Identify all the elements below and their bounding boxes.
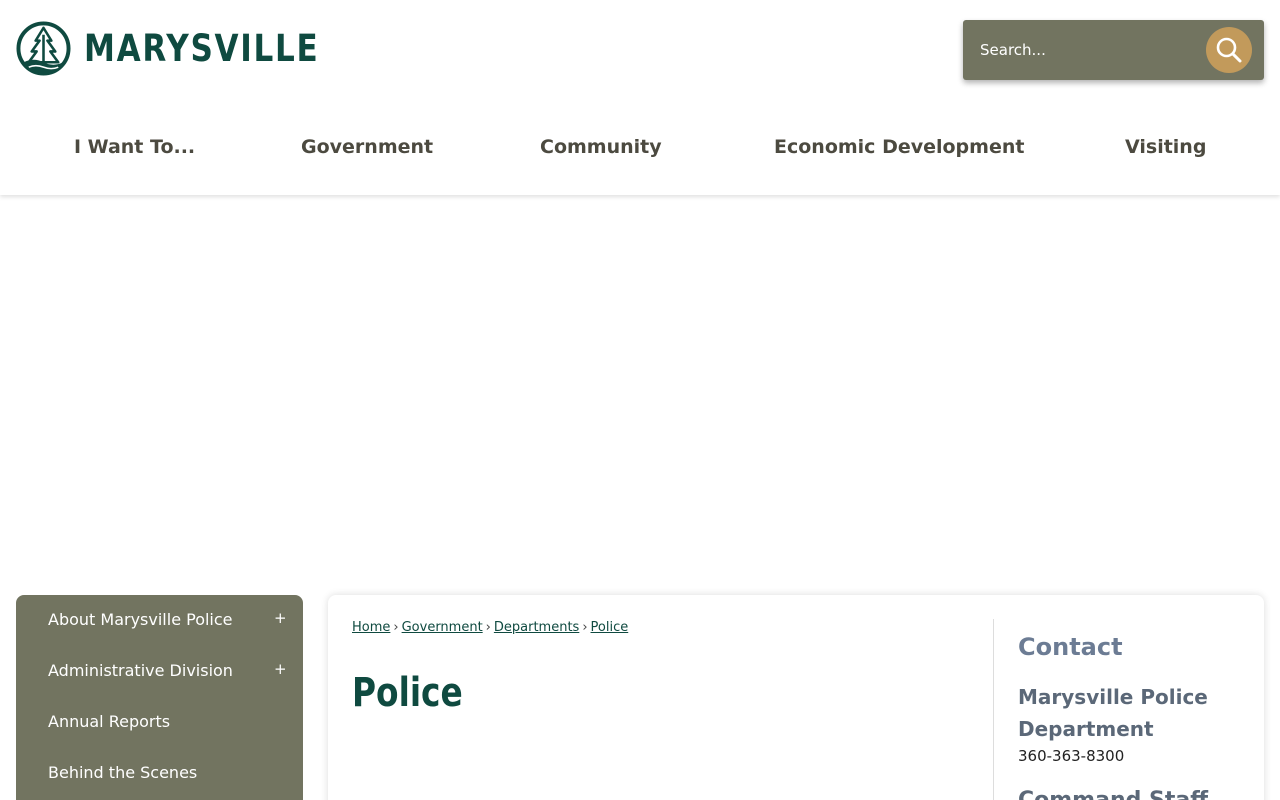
breadcrumb: Home › Government › Departments › Police — [352, 620, 628, 635]
sidebar-item-label: About Marysville Police — [48, 610, 233, 629]
breadcrumb-link-government[interactable]: Government — [402, 620, 483, 635]
search-input[interactable] — [963, 20, 1203, 80]
contact-department-name: Marysville Police Department — [1018, 685, 1208, 741]
nav-item-economic-development[interactable]: Economic Development — [774, 136, 1024, 158]
sidebar-nav: About Marysville Police + Administrative… — [16, 595, 303, 800]
search-bar — [963, 20, 1264, 80]
nav-item-i-want-to[interactable]: I Want To... — [74, 136, 195, 158]
breadcrumb-separator: › — [393, 620, 399, 635]
expand-icon[interactable]: + — [274, 609, 287, 627]
breadcrumb-separator: › — [582, 620, 588, 635]
breadcrumb-separator: › — [485, 620, 491, 635]
hero-banner — [0, 195, 1280, 595]
breadcrumb-link-departments[interactable]: Departments — [494, 620, 579, 635]
contact-heading: Contact — [1018, 633, 1123, 661]
nav-item-community[interactable]: Community — [540, 136, 662, 158]
site-logo[interactable]: MARYSVILLE — [16, 21, 364, 76]
search-icon — [1216, 37, 1242, 63]
breadcrumb-link-police[interactable]: Police — [591, 620, 629, 635]
main-nav: I Want To... Government Community Econom… — [0, 122, 1280, 178]
content-card: Home › Government › Departments › Police Polic… — [328, 595, 1264, 800]
nav-item-visiting[interactable]: Visiting — [1125, 136, 1206, 158]
sidebar-item-behind-the-scenes[interactable]: Behind the Scenes — [16, 748, 303, 799]
expand-icon[interactable]: + — [274, 660, 287, 678]
tree-over-water-icon — [16, 21, 71, 76]
nav-item-government[interactable]: Government — [301, 136, 433, 158]
sidebar-item-administrative-division[interactable]: Administrative Division + — [16, 646, 303, 697]
site-header: MARYSVILLE I Want To... Government Commu… — [0, 0, 1280, 195]
contact-phone[interactable]: 360-363-8300 — [1018, 747, 1124, 765]
sidebar-item-label: Administrative Division — [48, 661, 233, 680]
sidebar-item-label: Behind the Scenes — [48, 763, 198, 782]
search-button[interactable] — [1206, 27, 1252, 73]
breadcrumb-link-home[interactable]: Home — [352, 620, 390, 635]
sidebar-item-label: Annual Reports — [48, 712, 171, 731]
sidebar-item-annual-reports[interactable]: Annual Reports — [16, 697, 303, 748]
page-title: Police — [352, 670, 463, 716]
logo-text: MARYSVILLE — [84, 27, 320, 70]
command-staff-heading: Command Staff — [1018, 788, 1208, 800]
sidebar-item-about-marysville-police[interactable]: About Marysville Police + — [16, 595, 303, 646]
contact-divider — [993, 619, 994, 800]
